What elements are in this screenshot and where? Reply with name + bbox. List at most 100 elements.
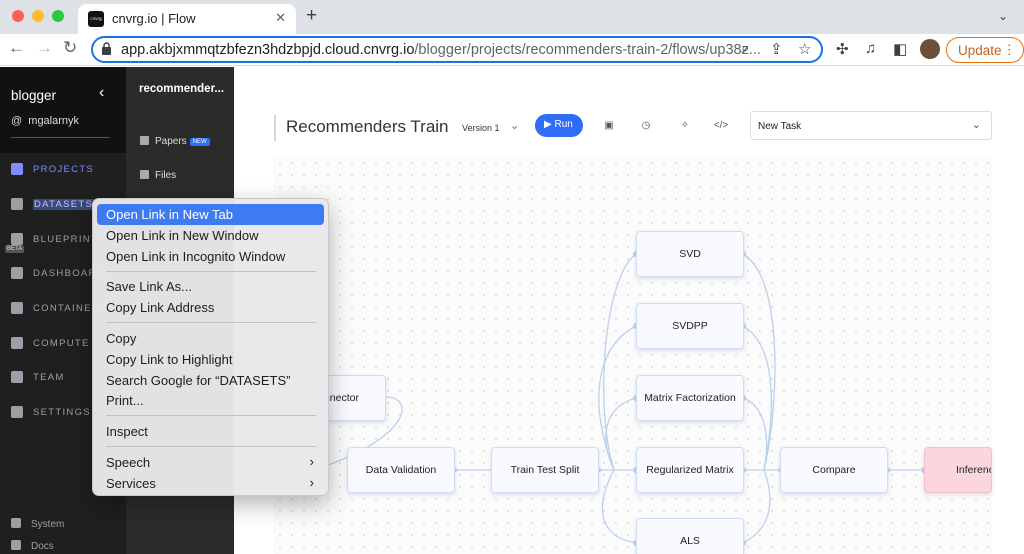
version-selector[interactable]: Version 1 (462, 123, 500, 133)
project-item-label: Files (155, 170, 177, 181)
profile-avatar[interactable] (920, 39, 940, 59)
menu-item-save-link[interactable]: Save Link As... (97, 276, 324, 297)
node-train-test-split[interactable]: Train Test Split (491, 447, 599, 493)
address-bar[interactable]: app.akbjxmmqtzbfezn3hdzbpjd.cloud.cnvrg.… (91, 36, 823, 63)
sidebar-footer-label: Docs (31, 541, 54, 552)
org-header: blogger ‹ @ mgalarnyk (0, 67, 126, 153)
menu-item-open-new-tab[interactable]: Open Link in New Tab (97, 204, 324, 225)
cnvrg-favicon-icon: cnvrg (88, 11, 104, 27)
connector (742, 253, 776, 471)
browser-tab[interactable]: cnvrg cnvrg.io | Flow ✕ (78, 4, 296, 34)
menu-item-open-incognito[interactable]: Open Link in Incognito Window (97, 246, 324, 267)
extensions-puzzle-icon[interactable]: ✣ (836, 40, 849, 58)
node-svdpp[interactable]: SVDPP (636, 303, 744, 349)
new-task-select[interactable]: New Task ⌄ (750, 111, 992, 140)
node-matrix-factorization[interactable]: Matrix Factorization (636, 375, 744, 421)
datasets-icon (11, 198, 23, 210)
sidebar-item-system[interactable]: System (11, 518, 64, 530)
sidebar-item-docs[interactable]: Docs (11, 540, 54, 552)
history-clock-icon[interactable]: ◷ (635, 116, 657, 136)
menu-separator (106, 322, 316, 323)
media-control-icon[interactable]: ♫ (865, 40, 876, 57)
url-text[interactable]: app.akbjxmmqtzbfezn3hdzbpjd.cloud.cnvrg.… (121, 42, 761, 58)
menu-item-speech[interactable]: Speech › (97, 452, 324, 473)
update-label: Update (958, 43, 1002, 58)
flow-title[interactable]: Recommenders Train (286, 117, 449, 137)
sidebar-item-label: PROJECTS (33, 164, 95, 175)
run-label: Run (554, 119, 573, 130)
menu-item-copy-link-address[interactable]: Copy Link Address (97, 297, 324, 318)
collapse-sidebar-chevron-icon[interactable]: ‹ (99, 84, 104, 102)
bookmark-star-icon[interactable]: ☆ (798, 40, 811, 58)
sidebar-item-label: SETTINGS (33, 407, 91, 418)
connector (601, 469, 637, 544)
connectors (313, 253, 924, 544)
settings-gear-icon (11, 406, 23, 418)
run-button[interactable]: ▶ Run (535, 114, 583, 137)
flow-canvas[interactable]: SVD SVDPP Matrix Factorization nnector D… (274, 157, 992, 554)
project-name[interactable]: recommender... (139, 83, 224, 95)
save-icon[interactable]: ▣ (598, 116, 620, 136)
menu-item-open-new-window[interactable]: Open Link in New Window (97, 225, 324, 246)
compute-cloud-icon (11, 337, 23, 349)
menu-item-search-google[interactable]: Search Google for “DATASETS” (97, 370, 324, 391)
new-tab-button[interactable]: + (306, 5, 317, 27)
node-inference[interactable]: Inferenc (924, 447, 992, 493)
menu-item-copy-link-highlight[interactable]: Copy Link to Highlight (97, 349, 324, 370)
papers-icon (140, 136, 149, 145)
update-button[interactable]: Update ⋮ (946, 37, 1024, 63)
sidebar-divider (11, 137, 110, 138)
menu-separator (106, 446, 316, 447)
close-tab-icon[interactable]: ✕ (275, 10, 286, 26)
lock-icon (102, 42, 111, 55)
browser-tab-bar: cnvrg cnvrg.io | Flow ✕ + ⌄ (0, 0, 1024, 34)
submenu-chevron-icon: › (309, 475, 314, 490)
zoom-magnifier-icon[interactable]: ⌕ (741, 40, 749, 57)
beta-badge: BETA (5, 245, 25, 253)
system-icon (11, 518, 21, 528)
flow-connections (313, 251, 927, 546)
sidebar-footer-label: System (31, 519, 65, 530)
tab-search-chevron-icon[interactable]: ⌄ (998, 9, 1008, 23)
submenu-chevron-icon: › (309, 454, 314, 469)
context-menu: Open Link in New Tab Open Link in New Wi… (92, 198, 329, 496)
back-arrow-icon[interactable]: ← (8, 38, 25, 58)
menu-item-print[interactable]: Print... (97, 390, 324, 411)
project-item-files[interactable]: Files (140, 170, 176, 181)
menu-item-copy[interactable]: Copy (97, 328, 324, 349)
magic-wand-icon[interactable]: ✧ (674, 116, 696, 136)
share-icon[interactable]: ⇪ (770, 40, 783, 58)
user-name-text: mgalarnyk (28, 115, 80, 127)
node-regularized-matrix[interactable]: Regularized Matrix (636, 447, 744, 493)
menu-item-services[interactable]: Services › (97, 473, 324, 494)
connector (742, 397, 768, 471)
sidebar-item-label: COMPUTE (33, 338, 90, 349)
minimize-window-button[interactable] (32, 10, 44, 22)
project-item-papers[interactable]: Papers NEW (140, 136, 210, 147)
containers-icon (11, 302, 23, 314)
url-path: /blogger/projects/recommenders-train-2/f… (414, 42, 761, 58)
menu-item-inspect[interactable]: Inspect (97, 421, 324, 442)
more-menu-icon: ⋮ (1002, 42, 1017, 57)
node-data-validation[interactable]: Data Validation (347, 447, 455, 493)
code-icon[interactable]: </> (710, 116, 732, 136)
reload-icon[interactable]: ↻ (63, 38, 77, 58)
docs-icon (11, 540, 21, 550)
tab-title: cnvrg.io | Flow (112, 11, 196, 26)
node-svd[interactable]: SVD (636, 231, 744, 277)
sidebar-item-label: DATASETS (33, 199, 95, 210)
close-window-button[interactable] (12, 10, 24, 22)
node-compare[interactable]: Compare (780, 447, 888, 493)
menu-separator (106, 271, 316, 272)
user-name[interactable]: @ mgalarnyk (11, 115, 79, 127)
url-host: app.akbjxmmqtzbfezn3hdzbpjd.cloud.cnvrg.… (121, 42, 415, 58)
org-name[interactable]: blogger (11, 88, 56, 103)
side-panel-icon[interactable]: ◧ (893, 40, 907, 58)
node-als[interactable]: ALS (636, 518, 744, 554)
zoom-window-button[interactable] (52, 10, 64, 22)
sidebar-item-projects[interactable]: PROJECTS (0, 153, 126, 187)
files-icon (140, 170, 149, 179)
dashboards-icon (11, 267, 23, 279)
version-chevron-down-icon[interactable]: ⌄ (510, 119, 519, 132)
forward-arrow-icon[interactable]: → (36, 38, 53, 58)
